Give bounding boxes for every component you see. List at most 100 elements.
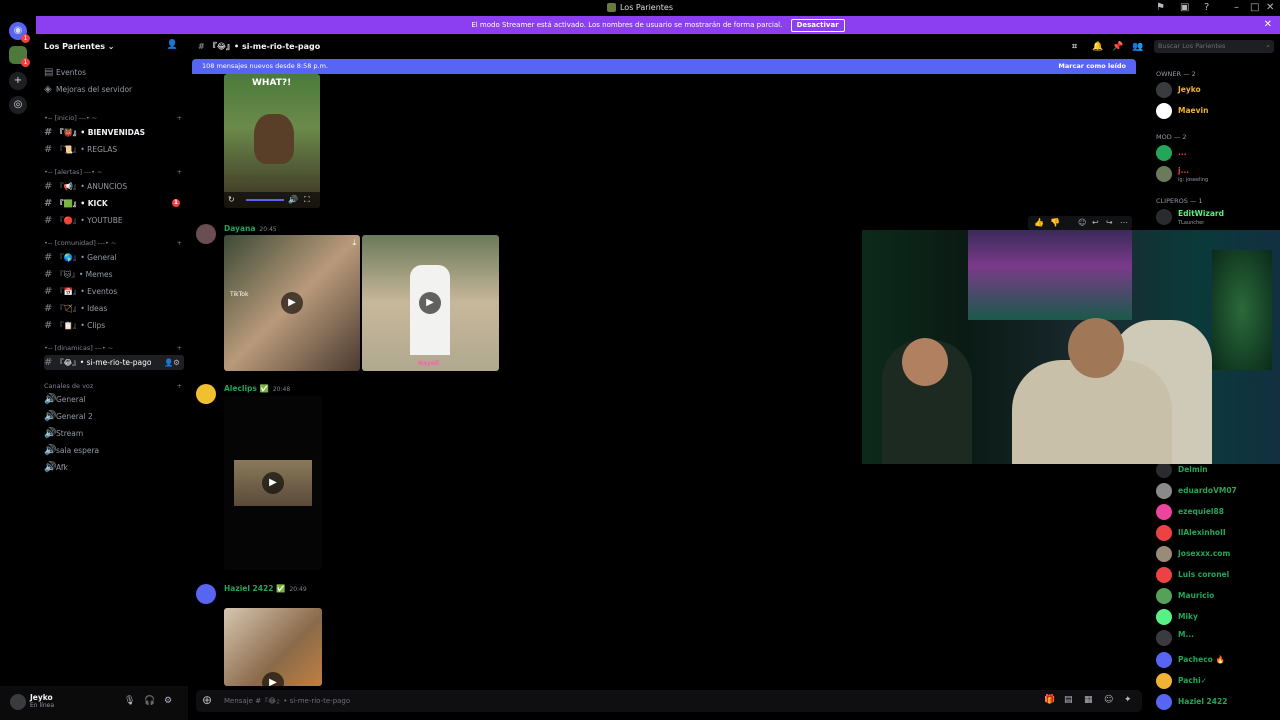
explore-icon[interactable]: ◎: [9, 96, 27, 114]
video-attachment[interactable]: ▶: [224, 608, 322, 686]
channel-si-me-rio-te-pago[interactable]: # 『😂』• si-me-rio-te-pago 👤⚙: [44, 355, 184, 370]
gift-icon[interactable]: 🎁: [1044, 695, 1055, 705]
voice-channel-sala-espera[interactable]: 🔊sala espera: [44, 443, 184, 458]
avatar[interactable]: [196, 224, 216, 244]
video-attachment[interactable]: ▶: [224, 396, 322, 570]
apps-icon[interactable]: ✦: [1124, 695, 1132, 705]
category-inicio[interactable]: •-- [inicio] ---• ~ +: [44, 114, 182, 122]
add-attachment-icon[interactable]: ⊕: [202, 693, 212, 707]
member-item[interactable]: EditWizard TLauncher: [1156, 208, 1280, 226]
channel-kick[interactable]: # 『🟩』• KICK 1: [44, 196, 184, 211]
reaction-icon[interactable]: 👎: [1050, 218, 1060, 227]
volume-icon[interactable]: 🔊: [288, 195, 298, 204]
category-alertas[interactable]: •-- [alertas] ---• ~ +: [44, 168, 182, 176]
channel-eventos[interactable]: # 『📅』• Eventos: [44, 284, 184, 299]
channel-general[interactable]: # 『🌎』• General: [44, 250, 184, 265]
channel-anuncios[interactable]: # 『📢』• ANUNCIOS: [44, 179, 184, 194]
member-item[interactable]: Mauricio: [1156, 587, 1280, 605]
member-item[interactable]: IlAlexinhoII: [1156, 524, 1280, 542]
member-item[interactable]: Haziel 2422: [1156, 693, 1280, 711]
microphone-icon[interactable]: 🎙: [124, 696, 135, 706]
minimize-icon[interactable]: –: [1234, 2, 1239, 13]
search-input[interactable]: Buscar Los Parientes ⌕: [1154, 40, 1274, 53]
disable-streamer-button[interactable]: Desactivar: [790, 19, 845, 32]
add-channel-icon[interactable]: +: [177, 239, 182, 247]
add-channel-icon[interactable]: +: [177, 114, 182, 122]
emoji-icon[interactable]: ☺: [1104, 695, 1113, 705]
message-author[interactable]: Aleclips ✅ 20:48: [224, 384, 290, 393]
member-item[interactable]: Jeyko: [1156, 81, 1280, 99]
settings-icon[interactable]: ⚙: [164, 696, 172, 706]
screen-icon[interactable]: ▣: [1180, 2, 1189, 13]
close-banner-icon[interactable]: ✕: [1264, 16, 1272, 34]
pin-icon[interactable]: 📌: [1112, 42, 1123, 52]
direct-messages-icon[interactable]: ◉ 1: [9, 22, 30, 43]
replay-icon[interactable]: ↻: [228, 195, 235, 204]
voice-channel-afk[interactable]: 🔊Afk: [44, 460, 184, 475]
member-item[interactable]: eduardoVM07: [1156, 482, 1280, 500]
progress-bar[interactable]: [246, 199, 284, 201]
member-item[interactable]: Pachi✓: [1156, 672, 1280, 690]
reaction-icon[interactable]: 👍: [1034, 218, 1044, 227]
channel-bienvenidas[interactable]: # 『👹』• BIENVENIDAS: [44, 125, 184, 140]
sticker-icon[interactable]: ▦: [1084, 695, 1093, 705]
threads-icon[interactable]: ⌗: [1072, 42, 1077, 52]
new-messages-bar[interactable]: 108 mensajes nuevos desde 8:58 p.m. Marc…: [192, 59, 1136, 74]
channel-memes[interactable]: # 『🐱』• Memes: [44, 267, 184, 282]
invite-icon[interactable]: 👤: [167, 40, 178, 50]
avatar[interactable]: [196, 584, 216, 604]
member-item[interactable]: Miky: [1156, 608, 1280, 626]
channel-youtube[interactable]: # 『🔴』• YOUTUBE: [44, 213, 184, 228]
video-attachment[interactable]: TikTok ▶ ⤓: [224, 235, 360, 371]
mark-read-button[interactable]: Marcar como leído: [1058, 59, 1126, 74]
headphones-icon[interactable]: 🎧: [144, 696, 155, 706]
forward-icon[interactable]: ↪: [1106, 218, 1113, 227]
channel-reglas[interactable]: # 『📜』• REGLAS: [44, 142, 184, 157]
download-icon[interactable]: ⤓: [352, 238, 356, 248]
sidebar-item-events[interactable]: ▤ Eventos: [44, 65, 184, 80]
play-icon[interactable]: ▶: [262, 472, 284, 494]
add-reaction-icon[interactable]: ☺: [1078, 218, 1086, 227]
member-item[interactable]: M...: [1156, 629, 1280, 647]
add-server-icon[interactable]: +: [9, 72, 27, 90]
member-item[interactable]: j... ig: joseeling: [1156, 165, 1280, 183]
voice-channel-general[interactable]: 🔊General: [44, 392, 184, 407]
maximize-icon[interactable]: □: [1250, 2, 1259, 13]
video-attachment[interactable]: ▶ Nayeli: [362, 235, 499, 371]
avatar[interactable]: [196, 384, 216, 404]
play-icon[interactable]: ▶: [262, 672, 284, 686]
server-los-parientes-icon[interactable]: 1: [9, 46, 30, 67]
channel-ideas[interactable]: # 『🏹』• Ideas: [44, 301, 184, 316]
member-item[interactable]: Maevin: [1156, 102, 1280, 120]
channel-settings-icon[interactable]: 👤⚙: [164, 355, 180, 370]
member-item[interactable]: Luis coronel: [1156, 566, 1280, 584]
sidebar-item-boosts[interactable]: ◈ Mejoras del servidor: [44, 82, 184, 97]
category-voice[interactable]: Canales de voz +: [44, 382, 182, 390]
bell-icon[interactable]: 🔔: [1092, 42, 1103, 52]
voice-channel-general-2[interactable]: 🔊General 2: [44, 409, 184, 424]
category-comunidad[interactable]: •-- [comunidad] ---• ~ +: [44, 239, 182, 247]
add-channel-icon[interactable]: +: [177, 168, 182, 176]
server-header[interactable]: Los Parientes ⌄ 👤: [36, 34, 188, 58]
channel-clips[interactable]: # 『📋』• Clips: [44, 318, 184, 333]
avatar[interactable]: [10, 694, 26, 710]
member-item[interactable]: Pacheco 🔥: [1156, 651, 1280, 669]
message-author[interactable]: Dayana 20:45: [224, 224, 277, 233]
video-attachment[interactable]: WHAT?! ↻ 🔊 ⛶: [224, 74, 320, 208]
members-icon[interactable]: 👥: [1132, 42, 1143, 52]
voice-channel-stream[interactable]: 🔊Stream: [44, 426, 184, 441]
add-channel-icon[interactable]: +: [177, 344, 182, 352]
close-window-icon[interactable]: ✕: [1266, 2, 1274, 13]
inbox-icon[interactable]: ⚑: [1156, 2, 1165, 13]
fullscreen-icon[interactable]: ⛶: [304, 195, 310, 205]
add-channel-icon[interactable]: +: [177, 382, 182, 390]
message-composer[interactable]: ⊕ Mensaje #『😂』• si-me-rio-te-pago 🎁 ▤ ▦ …: [196, 690, 1142, 712]
member-item[interactable]: ...: [1156, 144, 1280, 162]
reply-icon[interactable]: ↩: [1092, 218, 1099, 227]
category-dinamicas[interactable]: •-- [dinamicas] ---• ~ +: [44, 344, 182, 352]
play-icon[interactable]: ▶: [419, 292, 441, 314]
more-icon[interactable]: ⋯: [1120, 218, 1128, 227]
member-item[interactable]: ezequiel88: [1156, 503, 1280, 521]
member-item[interactable]: Josexxx.com: [1156, 545, 1280, 563]
gif-icon[interactable]: ▤: [1064, 695, 1073, 705]
